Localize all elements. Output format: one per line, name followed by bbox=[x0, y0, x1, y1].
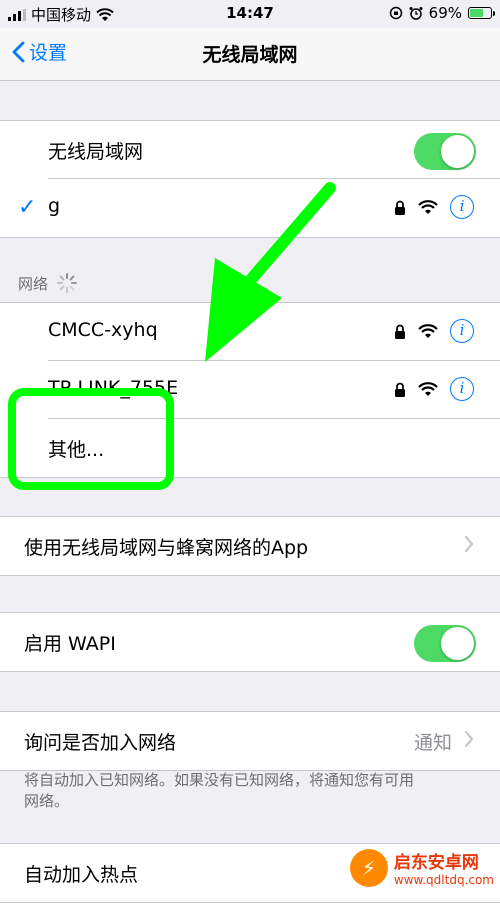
info-button[interactable]: i bbox=[450, 377, 474, 401]
apps-group: 使用无线局域网与蜂窝网络的App bbox=[0, 516, 500, 576]
apps-row-label: 使用无线局域网与蜂窝网络的App bbox=[24, 537, 309, 559]
network-name: CMCC-xyhq bbox=[48, 319, 158, 341]
lock-icon bbox=[395, 382, 405, 397]
info-button[interactable]: i bbox=[450, 319, 474, 343]
info-button[interactable]: i bbox=[450, 195, 474, 219]
wifi-toggle[interactable] bbox=[414, 133, 476, 170]
other-network-row[interactable]: 其他... bbox=[0, 419, 500, 477]
networks-header: 网络 bbox=[18, 272, 78, 294]
rotation-lock-icon bbox=[389, 6, 402, 20]
ask-join-group: 询问是否加入网络 通知 bbox=[0, 711, 500, 771]
wifi-group: 无线局域网 ✓ g i bbox=[0, 120, 500, 238]
wifi-signal-icon bbox=[418, 381, 438, 396]
chevron-right-icon bbox=[464, 535, 474, 553]
wifi-toggle-row: 无线局域网 bbox=[0, 121, 500, 179]
networks-header-label: 网络 bbox=[18, 274, 49, 293]
hotspot-label: 自动加入热点 bbox=[24, 864, 139, 886]
battery-icon bbox=[468, 7, 495, 19]
other-network-label: 其他... bbox=[48, 439, 105, 461]
network-name: TP-LINK_755E bbox=[48, 377, 179, 399]
watermark-title: 启东安卓网 bbox=[393, 853, 479, 873]
wapi-toggle[interactable] bbox=[414, 625, 476, 662]
wifi-signal-icon bbox=[418, 323, 438, 338]
status-bar: 中国移动 14:47 69% bbox=[0, 0, 500, 28]
ask-join-value: 通知 bbox=[413, 732, 452, 754]
network-row[interactable]: TP-LINK_755E i bbox=[0, 361, 500, 419]
loading-spinner-icon bbox=[57, 273, 78, 293]
ask-join-label: 询问是否加入网络 bbox=[24, 732, 177, 754]
navigation-bar: 设置 无线局域网 bbox=[0, 28, 500, 81]
network-row[interactable]: CMCC-xyhq i bbox=[0, 303, 500, 361]
battery-percent: 69% bbox=[428, 4, 462, 22]
networks-list: CMCC-xyhq i TP-LINK_755E i 其他... bbox=[0, 302, 500, 478]
wifi-toggle-label: 无线局域网 bbox=[48, 141, 144, 163]
ask-join-footer: 将自动加入已知网络。如果没有已知网络，将通知您有可用网络。 bbox=[24, 771, 415, 810]
alarm-icon bbox=[409, 7, 423, 20]
apps-row[interactable]: 使用无线局域网与蜂窝网络的App bbox=[0, 517, 500, 575]
watermark-logo-icon: ⚡ bbox=[349, 848, 388, 887]
watermark: ⚡ 启东安卓网 www.qdltdq.com bbox=[349, 848, 494, 887]
wapi-row: 启用 WAPI bbox=[0, 613, 500, 671]
ask-join-row[interactable]: 询问是否加入网络 通知 bbox=[0, 712, 500, 770]
connected-network-name: g bbox=[48, 195, 61, 217]
checkmark-icon: ✓ bbox=[18, 195, 37, 220]
wapi-label: 启用 WAPI bbox=[24, 633, 116, 655]
watermark-url: www.qdltdq.com bbox=[393, 873, 494, 887]
chevron-right-icon bbox=[464, 730, 474, 748]
wapi-group: 启用 WAPI bbox=[0, 612, 500, 672]
lock-icon bbox=[395, 200, 405, 215]
connected-network-row[interactable]: ✓ g i bbox=[0, 179, 500, 237]
wifi-signal-icon bbox=[418, 199, 438, 214]
page-title: 无线局域网 bbox=[202, 44, 298, 66]
lock-icon bbox=[395, 324, 405, 339]
